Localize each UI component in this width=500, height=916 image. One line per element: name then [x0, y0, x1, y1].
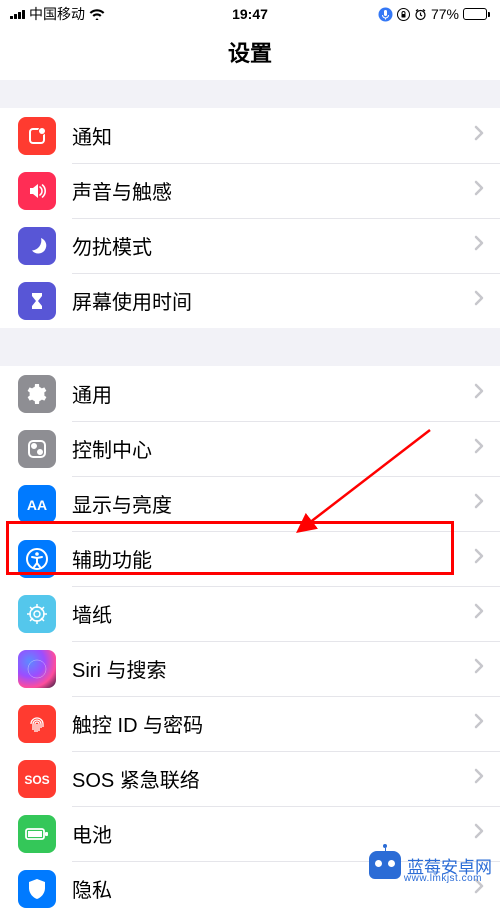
status-right: 77%	[378, 6, 490, 22]
row-sounds[interactable]: 声音与触感	[0, 163, 500, 218]
row-wallpaper[interactable]: 墙纸	[0, 586, 500, 641]
chevron-right-icon	[474, 180, 500, 201]
wifi-icon	[89, 8, 105, 20]
status-left: 中国移动	[10, 4, 105, 24]
row-control-center[interactable]: 控制中心	[0, 421, 500, 476]
battery-pct: 77%	[431, 6, 459, 22]
row-sos[interactable]: SOS SOS 紧急联络	[0, 751, 500, 806]
row-label: 墙纸	[56, 599, 474, 628]
page-title: 设置	[0, 28, 500, 80]
chevron-right-icon	[474, 823, 500, 844]
status-time: 19:47	[232, 6, 268, 22]
screentime-icon	[18, 282, 56, 320]
dnd-icon	[18, 227, 56, 265]
row-label: 声音与触感	[56, 176, 474, 205]
row-touchid[interactable]: 触控 ID 与密码	[0, 696, 500, 751]
battery-row-icon	[18, 815, 56, 853]
watermark: 蓝莓安卓网 www.lmkjst.com	[369, 851, 492, 879]
alarm-icon	[414, 8, 427, 21]
sos-icon: SOS	[18, 760, 56, 798]
accessibility-icon	[18, 540, 56, 578]
battery-icon	[463, 8, 490, 20]
row-notifications[interactable]: 通知	[0, 108, 500, 163]
touchid-icon	[18, 705, 56, 743]
general-icon	[18, 375, 56, 413]
chevron-right-icon	[474, 290, 500, 311]
notifications-icon	[18, 117, 56, 155]
signal-icon	[10, 9, 25, 19]
row-screentime[interactable]: 屏幕使用时间	[0, 273, 500, 328]
carrier-label: 中国移动	[29, 4, 85, 24]
row-label: SOS 紧急联络	[56, 764, 474, 793]
row-label: Siri 与搜索	[56, 654, 474, 683]
chevron-right-icon	[474, 493, 500, 514]
status-bar: 中国移动 19:47 77%	[0, 0, 500, 28]
settings-section-1: 通知 声音与触感 勿扰模式 屏幕使用时间	[0, 108, 500, 328]
chevron-right-icon	[474, 383, 500, 404]
lock-icon	[397, 8, 410, 21]
row-label: 屏幕使用时间	[56, 286, 474, 315]
wallpaper-icon	[18, 595, 56, 633]
watermark-url: www.lmkjst.com	[404, 873, 482, 884]
row-label: 电池	[56, 819, 474, 848]
row-dnd[interactable]: 勿扰模式	[0, 218, 500, 273]
chevron-right-icon	[474, 768, 500, 789]
chevron-right-icon	[474, 658, 500, 679]
chevron-right-icon	[474, 235, 500, 256]
sounds-icon	[18, 172, 56, 210]
chevron-right-icon	[474, 125, 500, 146]
chevron-right-icon	[474, 713, 500, 734]
siri-icon	[18, 650, 56, 688]
svg-text:SOS: SOS	[24, 773, 49, 787]
row-label: 通用	[56, 379, 474, 408]
row-accessibility[interactable]: 辅助功能	[0, 531, 500, 586]
row-label: 控制中心	[56, 434, 474, 463]
chevron-right-icon	[474, 548, 500, 569]
row-siri[interactable]: Siri 与搜索	[0, 641, 500, 696]
display-icon: AA	[18, 485, 56, 523]
row-label: 勿扰模式	[56, 231, 474, 260]
chevron-right-icon	[474, 603, 500, 624]
row-label: 触控 ID 与密码	[56, 709, 474, 738]
chevron-right-icon	[474, 438, 500, 459]
row-display[interactable]: AA 显示与亮度	[0, 476, 500, 531]
row-label: 显示与亮度	[56, 489, 474, 518]
row-general[interactable]: 通用	[0, 366, 500, 421]
settings-section-2: 通用 控制中心 AA 显示与亮度 辅助功能 墙纸 Siri 与搜索	[0, 366, 500, 916]
voice-icon	[378, 7, 393, 22]
svg-text:AA: AA	[27, 497, 47, 513]
row-label: 辅助功能	[56, 544, 474, 573]
row-label: 通知	[56, 121, 474, 150]
control-center-icon	[18, 430, 56, 468]
